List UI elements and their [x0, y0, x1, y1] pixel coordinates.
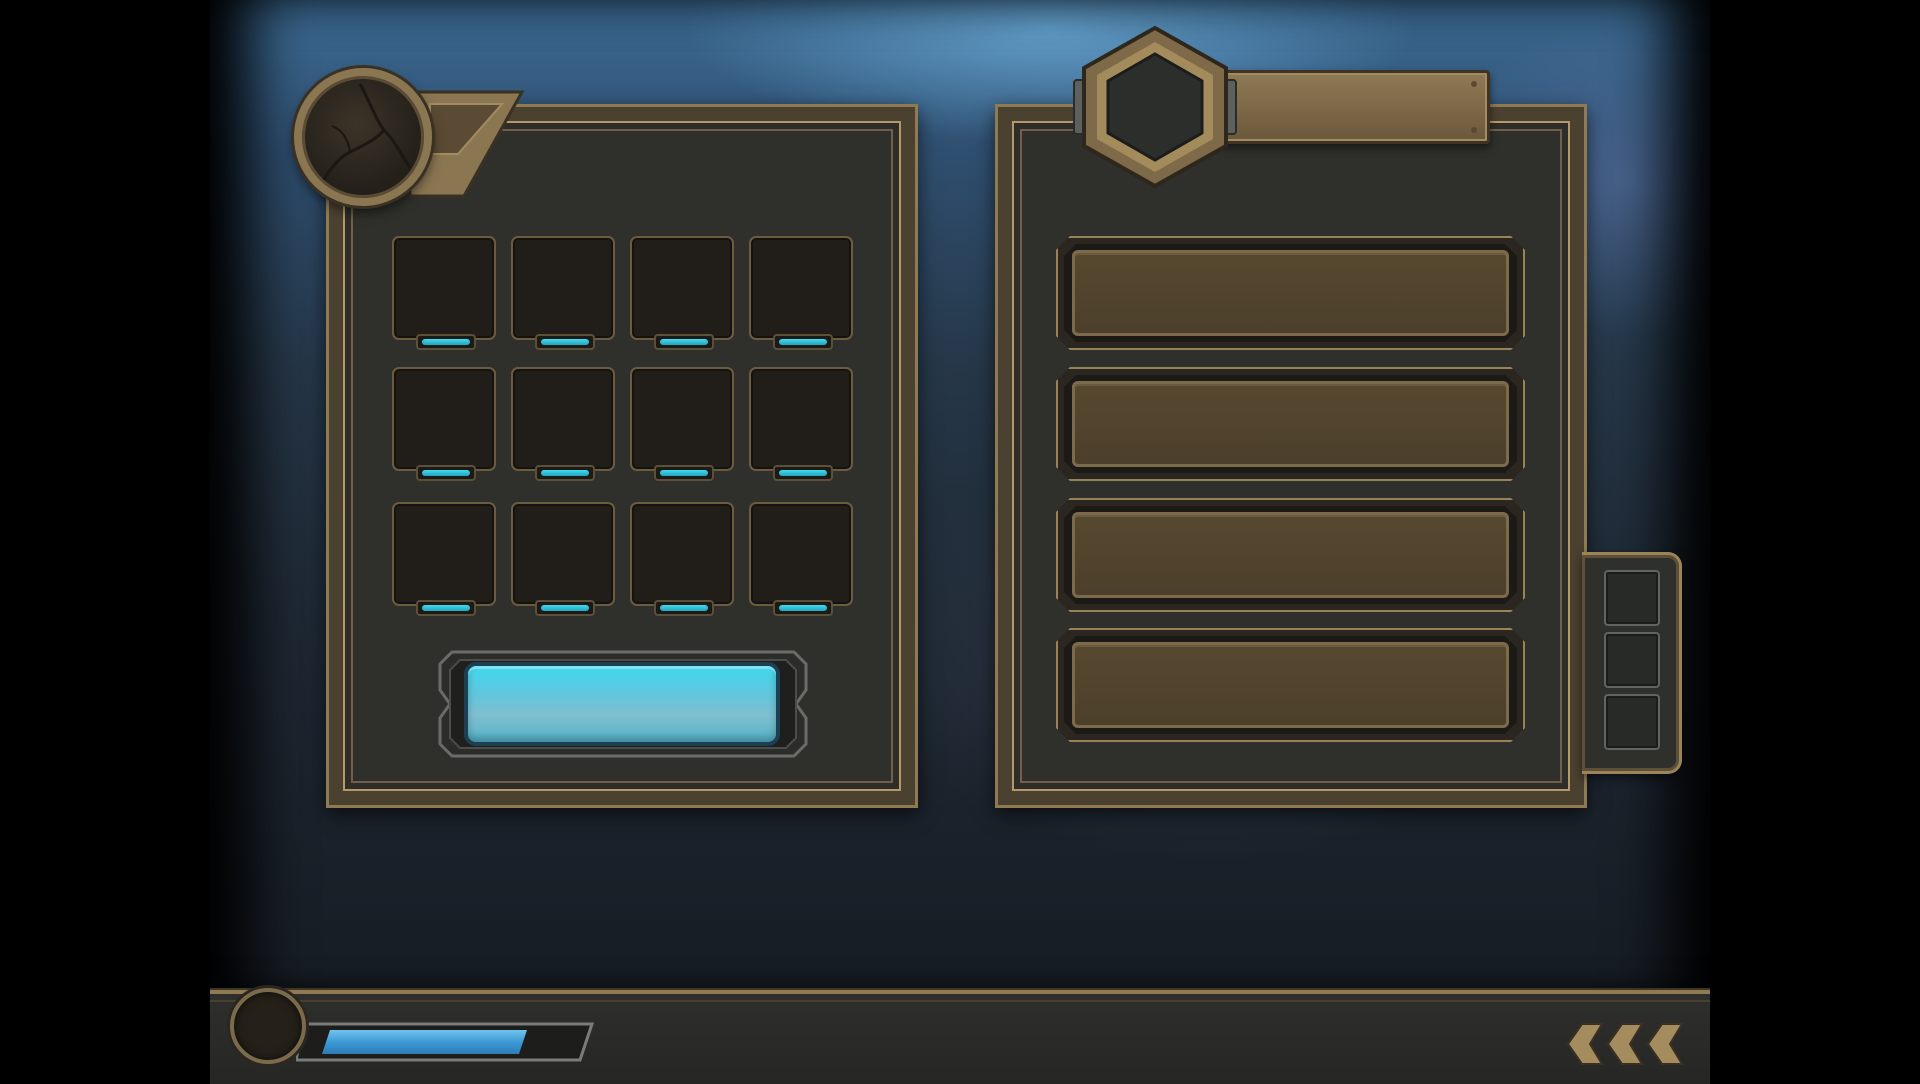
inventory-slot[interactable] — [511, 502, 615, 616]
detail-row[interactable] — [1056, 628, 1525, 742]
inventory-slot[interactable] — [511, 367, 615, 481]
detail-row[interactable] — [1056, 367, 1525, 481]
slot-indicator — [416, 465, 476, 481]
side-tab-1[interactable] — [1604, 570, 1660, 626]
inventory-slot[interactable] — [392, 502, 496, 616]
inventory-slot[interactable] — [630, 367, 734, 481]
avatar-icon[interactable] — [230, 988, 306, 1064]
slot-indicator — [535, 600, 595, 616]
slot-indicator — [654, 334, 714, 350]
inventory-slot[interactable] — [630, 236, 734, 350]
triple-chevron-left-icon[interactable] — [1560, 1022, 1690, 1066]
slot-indicator — [654, 465, 714, 481]
slot-indicator — [416, 334, 476, 350]
slot-indicator — [654, 600, 714, 616]
xp-bar-fill — [322, 1030, 527, 1054]
slot-indicator — [535, 465, 595, 481]
slot-indicator — [416, 600, 476, 616]
slot-indicator — [773, 600, 833, 616]
slot-indicator — [773, 334, 833, 350]
name-plate — [1222, 70, 1490, 144]
hexagon-badge-icon — [1073, 25, 1237, 189]
slot-indicator — [773, 465, 833, 481]
rivet — [1471, 127, 1477, 133]
confirm-button[interactable] — [464, 662, 780, 746]
slot-indicator — [535, 334, 595, 350]
inventory-slot[interactable] — [392, 367, 496, 481]
inventory-slot[interactable] — [749, 236, 853, 350]
side-tab-2[interactable] — [1604, 632, 1660, 688]
inventory-slot[interactable] — [630, 502, 734, 616]
inventory-slot[interactable] — [511, 236, 615, 350]
inventory-slot[interactable] — [749, 367, 853, 481]
rivet — [1471, 81, 1477, 87]
detail-row[interactable] — [1056, 498, 1525, 612]
cracked-orb-icon — [294, 68, 432, 206]
inventory-slot[interactable] — [749, 502, 853, 616]
inventory-slot[interactable] — [392, 236, 496, 350]
detail-row[interactable] — [1056, 236, 1525, 350]
side-tab-3[interactable] — [1604, 694, 1660, 750]
